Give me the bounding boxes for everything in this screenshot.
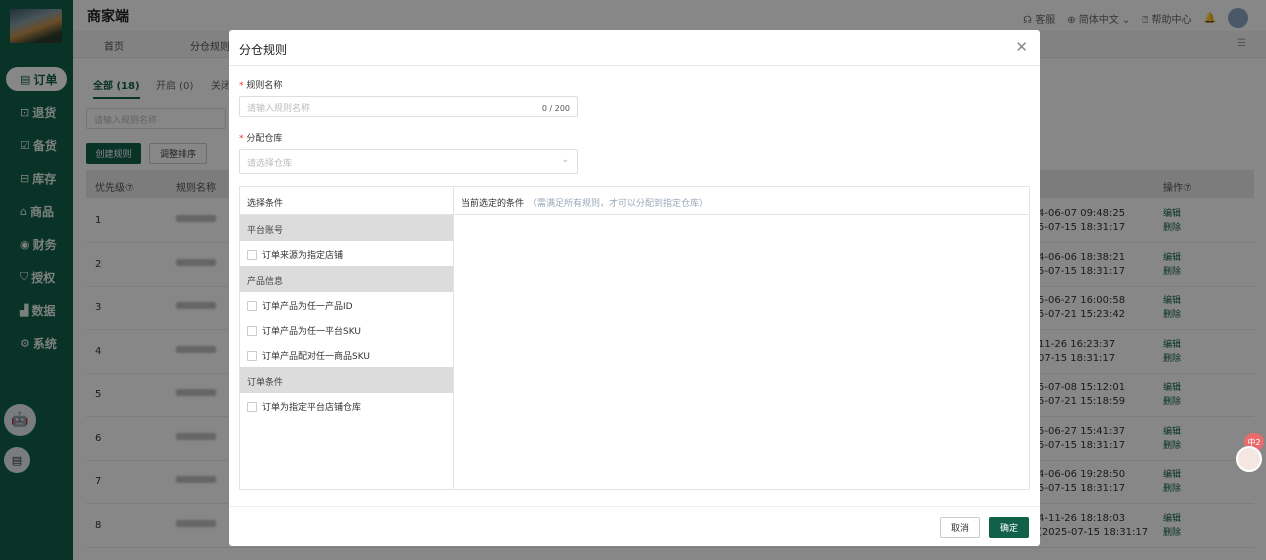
warehouse-label: * 分配仓库 (239, 134, 283, 144)
condition-option-label: 订单产品配对任一商品SKU (262, 352, 370, 362)
rule-name-label: * 规则名称 (239, 81, 283, 91)
condition-option[interactable]: 订单为指定平台店铺仓库 (247, 400, 361, 413)
condition-option[interactable]: 订单产品为任一平台SKU (247, 324, 361, 337)
checkbox[interactable] (247, 325, 257, 336)
cancel-button[interactable]: 取消 (940, 517, 980, 538)
char-count: 0 / 200 (541, 104, 570, 113)
condition-option-label: 订单产品为任一产品ID (262, 302, 353, 312)
condition-option[interactable]: 订单产品为任一产品ID (247, 299, 353, 312)
divider (229, 506, 1040, 507)
rule-name-placeholder: 请输入规则名称 (247, 104, 311, 114)
divider (229, 65, 1040, 66)
condition-option-label: 订单来源为指定店铺 (262, 251, 344, 261)
checkbox[interactable] (247, 401, 257, 412)
conditions-panel: 选择条件 平台账号订单来源为指定店铺产品信息订单产品为任一产品ID 订单产品为任一… (239, 186, 1030, 490)
condition-option-label: 订单为指定平台店铺仓库 (262, 403, 362, 413)
support-avatar[interactable] (1236, 446, 1262, 472)
close-icon[interactable]: ✕ (1015, 38, 1028, 56)
select-conditions-header: 选择条件 (240, 187, 453, 215)
warehouse-label-text: 分配仓库 (246, 134, 283, 144)
condition-group-header: 平台账号 (240, 215, 453, 241)
dialog-title: 分仓规则 (239, 43, 288, 57)
checkbox[interactable] (247, 350, 257, 361)
checkbox[interactable] (247, 300, 257, 311)
condition-option[interactable]: 订单来源为指定店铺 (247, 248, 343, 261)
warehouse-select[interactable]: 请选择仓库 ⌄ (239, 149, 578, 174)
rule-name-label-text: 规则名称 (246, 81, 283, 91)
condition-options: 选择条件 平台账号订单来源为指定店铺产品信息订单产品为任一产品ID 订单产品为任一… (240, 187, 454, 489)
confirm-button[interactable]: 确定 (989, 517, 1029, 538)
condition-option[interactable]: 订单产品配对任一商品SKU (247, 349, 370, 362)
condition-group-header: 产品信息 (240, 266, 453, 292)
chevron-down-icon: ⌄ (561, 155, 569, 165)
condition-group-header: 订单条件 (240, 367, 453, 393)
checkbox[interactable] (247, 249, 257, 260)
warehouse-rule-dialog: 分仓规则 ✕ * 规则名称 请输入规则名称 0 / 200 * 分配仓库 请选择仓… (229, 30, 1040, 546)
current-conditions-hint: （需满足所有规则，才可以分配到指定仓库） (528, 199, 709, 209)
current-conditions-header: 当前选定的条件 （需满足所有规则，才可以分配到指定仓库） (454, 187, 1029, 215)
current-conditions-title: 当前选定的条件 (461, 199, 525, 209)
condition-option-label: 订单产品为任一平台SKU (262, 327, 361, 337)
warehouse-placeholder: 请选择仓库 (247, 159, 293, 169)
rule-name-input[interactable]: 请输入规则名称 0 / 200 (239, 96, 578, 117)
